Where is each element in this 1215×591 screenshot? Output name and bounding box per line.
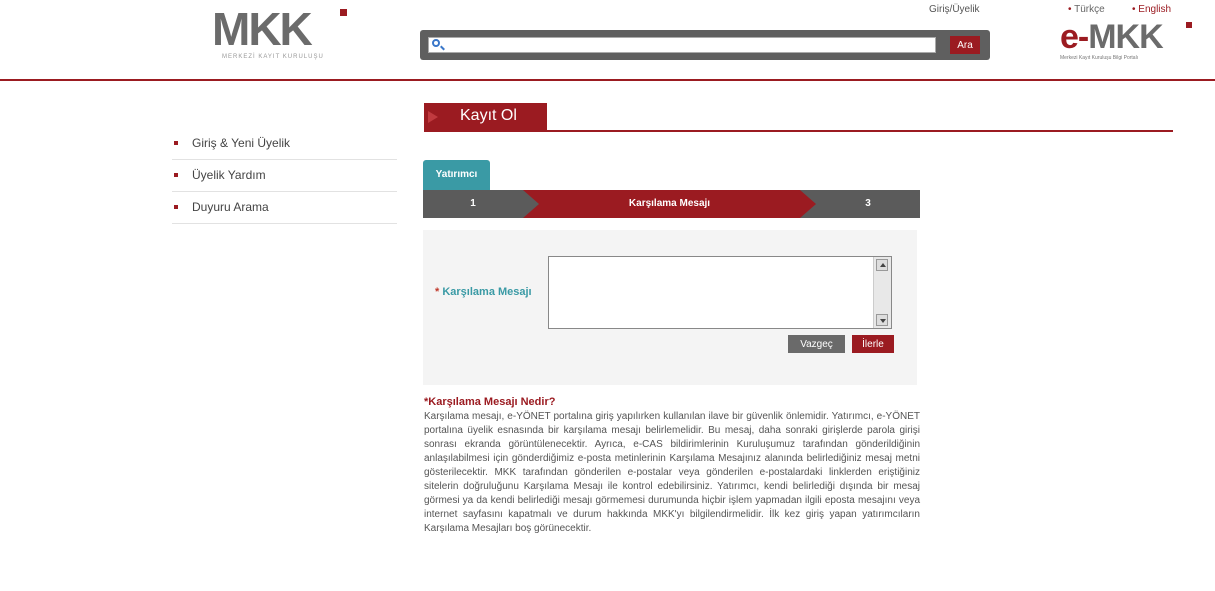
logo-text: MKK — [212, 3, 313, 55]
info-section: *Karşılama Mesajı Nedir? Karşılama mesaj… — [424, 396, 920, 536]
sidebar-item-label: Üyelik Yardım — [192, 168, 266, 182]
page-title: Kayıt Ol — [460, 107, 517, 124]
lang-turkish-link[interactable]: • Türkçe — [1068, 4, 1105, 15]
welcome-message-textarea[interactable] — [548, 256, 892, 329]
sidebar-item-login[interactable]: Giriş & Yeni Üyelik — [172, 128, 397, 160]
info-title: *Karşılama Mesajı Nedir? — [424, 396, 556, 408]
info-body: Karşılama mesajı, e-YÖNET portalına giri… — [424, 411, 920, 534]
search-bar: Ara — [420, 30, 990, 60]
sidebar: Giriş & Yeni Üyelik Üyelik Yardım Duyuru… — [172, 128, 397, 224]
page-title-box: Kayıt Ol — [424, 103, 547, 132]
bullet-icon — [174, 205, 178, 209]
field-label-text: Karşılama Mesajı — [442, 286, 532, 298]
form-panel: * Karşılama Mesajı Vazgeç İlerle — [423, 230, 917, 385]
textarea-scrollbar[interactable] — [873, 257, 891, 328]
login-link[interactable]: Giriş/Üyelik — [929, 4, 980, 15]
lang-english-label: English — [1138, 4, 1172, 15]
title-divider — [547, 130, 1173, 132]
sidebar-item-membership-help[interactable]: Üyelik Yardım — [172, 160, 397, 192]
bullet-icon — [174, 141, 178, 145]
bullet-icon — [174, 173, 178, 177]
step-progress: 1 Karşılama Mesajı 3 — [423, 190, 920, 218]
cancel-button[interactable]: Vazgeç — [788, 335, 845, 353]
tab-investor[interactable]: Yatırımcı — [423, 160, 490, 190]
arrow-right-icon — [428, 111, 438, 123]
lang-turkish-label: Türkçe — [1074, 4, 1105, 15]
logo-subtitle: MERKEZİ KAYIT KURULUŞU — [222, 54, 324, 60]
emkk-e: e- — [1060, 18, 1089, 56]
step-2-active: Karşılama Mesajı — [523, 190, 816, 218]
search-input[interactable] — [428, 37, 936, 53]
scroll-up-icon[interactable] — [876, 259, 888, 271]
emkk-subtitle: Merkezi Kayıt Kuruluşu Bilgi Portalı — [1060, 55, 1139, 61]
emkk-logo[interactable]: e-MKK Merkezi Kayıt Kuruluşu Bilgi Porta… — [1060, 20, 1200, 70]
sidebar-item-announcement-search[interactable]: Duyuru Arama — [172, 192, 397, 224]
search-button[interactable]: Ara — [950, 36, 980, 54]
required-mark: * — [435, 286, 440, 298]
step-3: 3 — [865, 198, 871, 209]
emkk-mkk: MKK — [1088, 18, 1163, 56]
next-button[interactable]: İlerle — [852, 335, 894, 353]
header-divider — [0, 79, 1215, 81]
mkk-logo[interactable]: MKK MERKEZİ KAYIT KURULUŞU — [212, 3, 347, 62]
welcome-message-label: * Karşılama Mesajı — [435, 286, 532, 298]
search-icon — [432, 39, 440, 47]
sidebar-item-label: Duyuru Arama — [192, 200, 269, 214]
step-1: 1 — [470, 198, 476, 209]
logo-square — [340, 9, 347, 16]
scroll-down-icon[interactable] — [876, 314, 888, 326]
emkk-square — [1186, 22, 1192, 28]
sidebar-item-label: Giriş & Yeni Üyelik — [192, 136, 291, 150]
lang-english-link[interactable]: • English — [1132, 4, 1171, 15]
